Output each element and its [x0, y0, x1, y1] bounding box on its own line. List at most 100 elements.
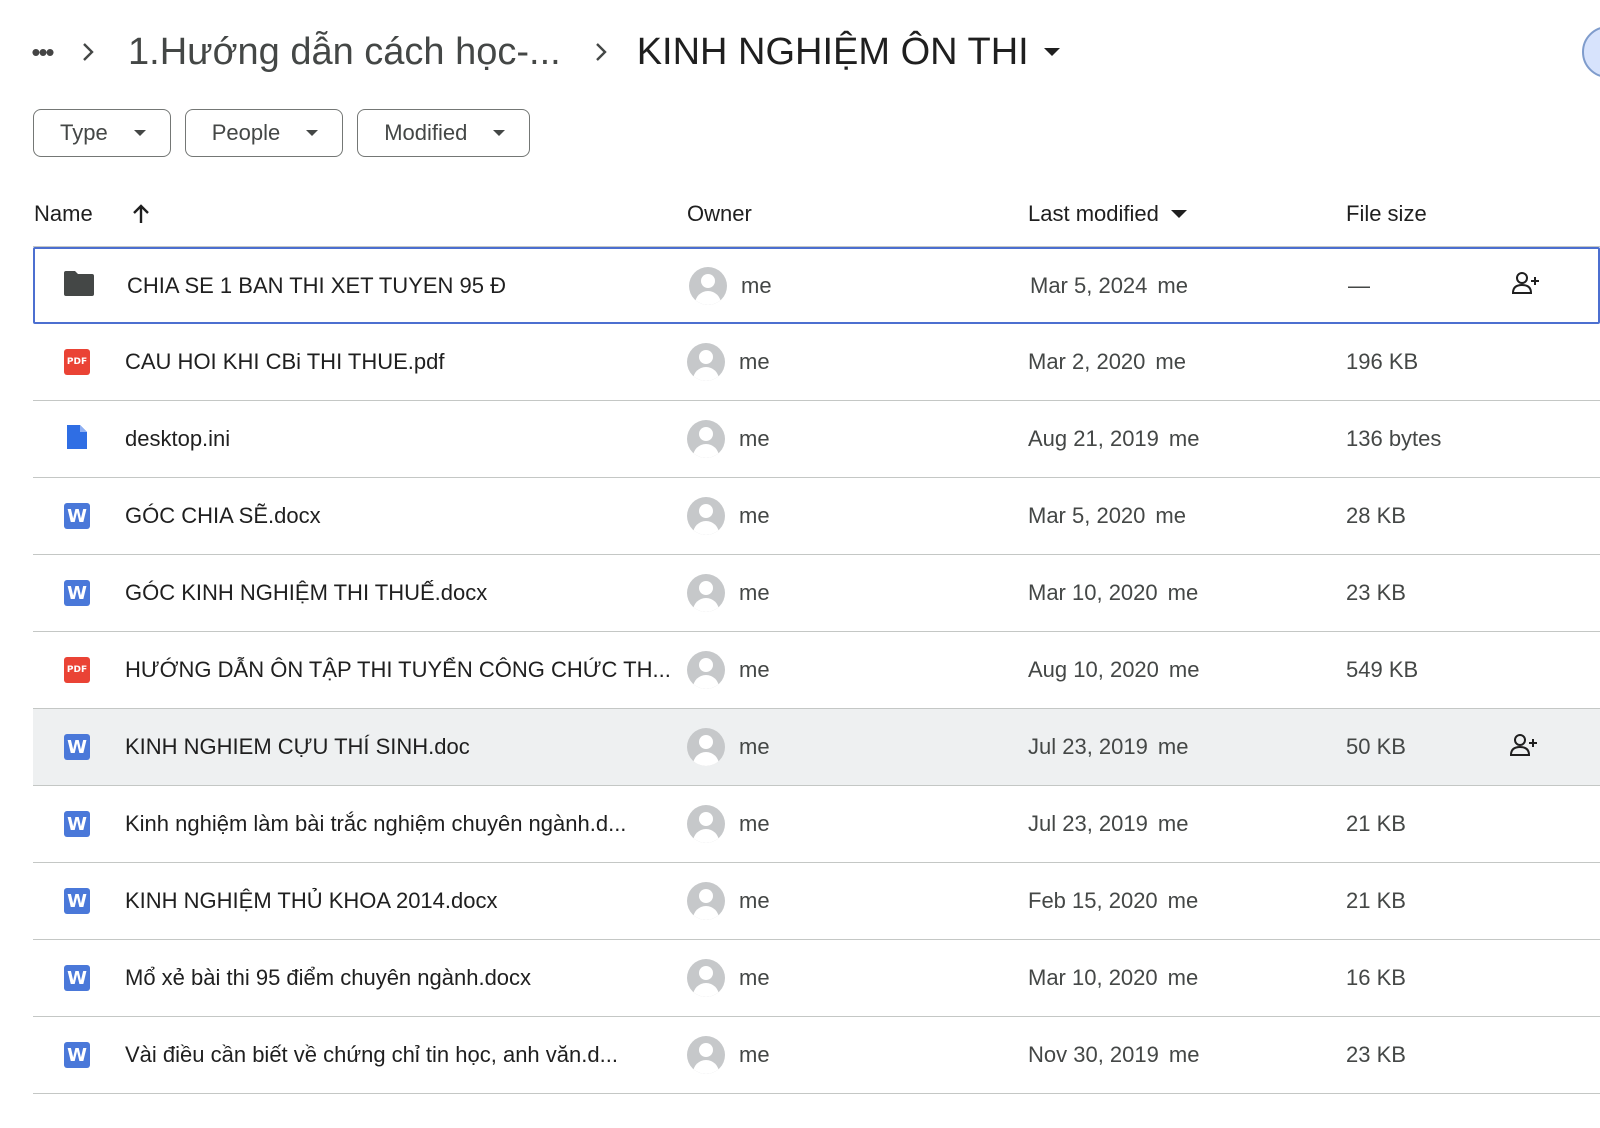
- file-size: —: [1348, 272, 1370, 298]
- owner-cell: me: [687, 863, 770, 939]
- file-size: 136 bytes: [1346, 426, 1442, 451]
- share-person-add-icon[interactable]: [1511, 271, 1541, 300]
- owner-name: me: [741, 272, 772, 298]
- file-name: KINH NGHIỆM THỦ KHOA 2014.docx: [125, 888, 498, 913]
- modified-by: me: [1157, 272, 1188, 298]
- modified-date: Mar 5, 2020: [1028, 503, 1146, 528]
- modified-filter-label: Modified: [384, 120, 468, 145]
- modified-by: me: [1167, 888, 1199, 913]
- account-avatar[interactable]: [1582, 26, 1600, 78]
- word-file-icon: W: [64, 1042, 90, 1068]
- pdf-badge: PDF: [64, 657, 90, 683]
- file-name: HƯỚNG DẪN ÔN TẬP THI TUYỂN CÔNG CHỨC TH.…: [125, 657, 671, 682]
- owner-avatar: [687, 497, 725, 535]
- modified-by: me: [1155, 503, 1186, 528]
- file-size: 196 KB: [1346, 349, 1419, 374]
- table-row[interactable]: W Mổ xẻ bài thi 95 điểm chuyên ngành.doc…: [33, 940, 1600, 1017]
- modified-by: me: [1155, 349, 1186, 374]
- pdf-badge: PDF: [64, 349, 90, 375]
- current-folder-menu[interactable]: KINH NGHIỆM ÔN THI: [629, 31, 1069, 74]
- owner-name: me: [739, 426, 770, 451]
- modified-by: me: [1157, 734, 1189, 759]
- last-modified-cell: Aug 10, 2020 me: [1028, 632, 1199, 708]
- table-row[interactable]: PDF HƯỚNG DẪN ÔN TẬP THI TUYỂN CÔNG CHỨC…: [33, 632, 1600, 709]
- modified-by: me: [1168, 657, 1200, 682]
- table-header: Name Owner Last modified File size: [33, 182, 1600, 247]
- owner-name: me: [739, 811, 770, 836]
- type-filter-chip[interactable]: Type: [33, 109, 171, 157]
- modified-date: Mar 5, 2024: [1030, 272, 1148, 298]
- modified-date: Mar 10, 2020: [1028, 965, 1158, 990]
- table-row[interactable]: W Kinh nghiệm làm bài trắc nghiệm chuyên…: [33, 786, 1600, 863]
- owner-avatar: [687, 882, 725, 920]
- last-modified-cell: Nov 30, 2019 me: [1028, 1017, 1199, 1093]
- modified-by: me: [1157, 811, 1189, 836]
- owner-column-label: Owner: [687, 201, 752, 226]
- file-size: 16 KB: [1346, 965, 1406, 990]
- more-breadcrumbs-button[interactable]: •••: [24, 34, 60, 70]
- name-column-header[interactable]: Name: [34, 201, 151, 227]
- owner-avatar: [687, 1036, 725, 1074]
- table-row[interactable]: W KINH NGHIEM CỰU THÍ SINH.doc me Jul 23…: [33, 709, 1600, 786]
- table-row[interactable]: desktop.ini me Aug 21, 2019 me 136 bytes: [33, 401, 1600, 478]
- owner-cell: me: [687, 709, 770, 785]
- owner-cell: me: [687, 478, 770, 554]
- pdf-file-icon: PDF: [64, 657, 90, 683]
- last-modified-cell: Jul 23, 2019 me: [1028, 709, 1188, 785]
- share-person-add-icon[interactable]: [1509, 733, 1539, 762]
- table-row[interactable]: CHIA SE 1 BAN THI XET TUYEN 95 Đ me Mar …: [33, 247, 1600, 324]
- owner-name: me: [739, 580, 770, 605]
- owner-avatar: [689, 266, 727, 305]
- file-size: 23 KB: [1346, 580, 1406, 605]
- modified-date: Aug 21, 2019: [1028, 426, 1159, 451]
- last-modified-cell: Mar 5, 2024 me: [1030, 249, 1188, 322]
- file-name: GÓC CHIA SẼ.docx: [125, 503, 321, 528]
- arrow-up-icon[interactable]: [131, 203, 151, 225]
- word-badge: W: [64, 811, 90, 837]
- caret-down-icon: [493, 130, 506, 136]
- modified-date: Jul 23, 2019: [1028, 734, 1148, 759]
- modified-filter-chip[interactable]: Modified: [357, 109, 531, 157]
- file-size: 28 KB: [1346, 503, 1406, 528]
- word-file-icon: W: [64, 503, 90, 529]
- table-row[interactable]: W GÓC KINH NGHIỆM THI THUẾ.docx me Mar 1…: [33, 555, 1600, 632]
- last-modified-cell: Mar 10, 2020 me: [1028, 940, 1198, 1016]
- word-badge: W: [64, 1042, 90, 1068]
- table-row[interactable]: PDF CAU HOI KHI CBi THI THUE.pdf me Mar …: [33, 324, 1600, 401]
- owner-avatar: [687, 574, 725, 612]
- owner-column-header[interactable]: Owner: [687, 201, 752, 227]
- file-size-column-label: File size: [1346, 201, 1427, 226]
- owner-name: me: [739, 503, 770, 528]
- modified-date: Nov 30, 2019: [1028, 1042, 1159, 1067]
- file-size: 23 KB: [1346, 1042, 1406, 1067]
- table-row[interactable]: W Vài điều cần biết về chứng chỉ tin học…: [33, 1017, 1600, 1094]
- file-size-column-header[interactable]: File size: [1346, 201, 1427, 227]
- owner-avatar: [687, 651, 725, 689]
- owner-name: me: [739, 965, 770, 990]
- owner-avatar: [687, 343, 725, 381]
- caret-down-icon: [1043, 48, 1060, 56]
- modified-date: Feb 15, 2020: [1028, 888, 1158, 913]
- last-modified-column-header[interactable]: Last modified: [1028, 201, 1187, 227]
- owner-avatar: [687, 420, 725, 458]
- people-filter-chip[interactable]: People: [184, 109, 344, 157]
- last-modified-cell: Mar 5, 2020 me: [1028, 478, 1186, 554]
- caret-down-icon: [306, 130, 319, 136]
- last-modified-cell: Mar 2, 2020 me: [1028, 324, 1186, 400]
- owner-cell: me: [687, 786, 770, 862]
- word-file-icon: W: [64, 811, 90, 837]
- owner-name: me: [739, 1042, 770, 1067]
- word-file-icon: W: [64, 888, 90, 914]
- modified-date: Mar 10, 2020: [1028, 580, 1158, 605]
- file-size: 50 KB: [1346, 734, 1406, 759]
- table-row[interactable]: W KINH NGHIỆM THỦ KHOA 2014.docx me Feb …: [33, 863, 1600, 940]
- file-size: 21 KB: [1346, 811, 1406, 836]
- owner-name: me: [739, 657, 770, 682]
- breadcrumb-parent-folder[interactable]: 1.Hướng dẫn cách học-...: [116, 31, 573, 74]
- caret-down-icon: [133, 130, 146, 136]
- table-row[interactable]: W GÓC CHIA SẼ.docx me Mar 5, 2020 me 28 …: [33, 478, 1600, 555]
- owner-cell: me: [687, 632, 770, 708]
- word-badge: W: [64, 503, 90, 529]
- word-badge: W: [64, 734, 90, 760]
- document-file-icon: [65, 423, 89, 456]
